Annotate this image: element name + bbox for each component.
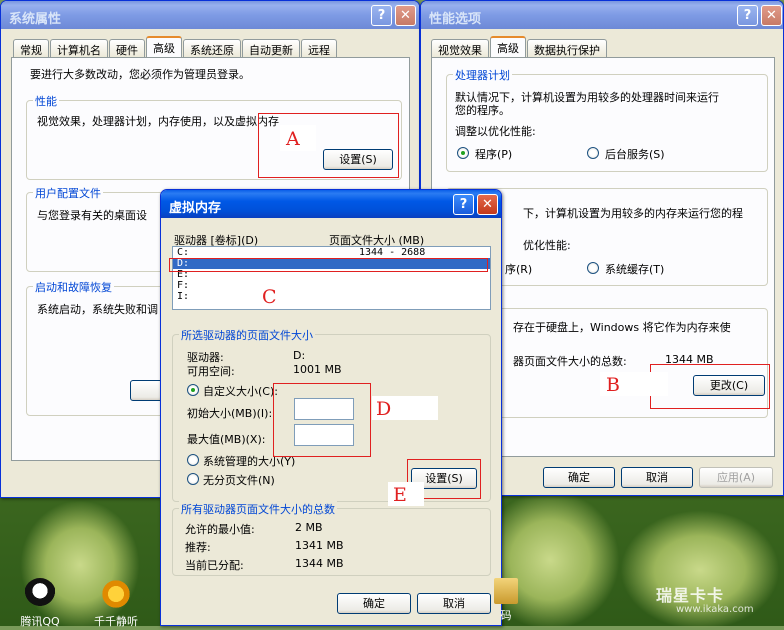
selected-drive-title: 所选驱动器的页面文件大小 (179, 327, 315, 343)
initial-size-label: 初始大小(MB)(I): (187, 407, 273, 420)
memory-adjust-label: 优化性能: (523, 239, 571, 252)
tab-visual-effects[interactable]: 视觉效果 (431, 39, 489, 57)
drive-row[interactable]: F: (173, 280, 490, 291)
allocated-value: 1344 MB (295, 557, 344, 570)
memory-desc: 下，计算机设置为用较多的内存来运行您的程 (523, 207, 743, 220)
background-services-radio[interactable] (587, 147, 599, 159)
total-paging-title: 所有驱动器页面文件大小的总数 (179, 501, 337, 517)
folder-icon (494, 578, 518, 604)
window-title: 系统属性 (9, 12, 62, 27)
qq-icon (24, 578, 56, 610)
startup-desc: 系统启动，系统失败和调 (37, 303, 158, 316)
help-button[interactable]: ? (737, 5, 758, 26)
tab-dep[interactable]: 数据执行保护 (527, 39, 607, 57)
help-button[interactable]: ? (371, 5, 392, 26)
recommended-label: 推荐: (185, 541, 211, 554)
annotation-box-b (650, 364, 770, 409)
virtual-memory-desc: 存在于硬盘上，Windows 将它作为内存来使 (513, 321, 731, 334)
no-paging-file-radio[interactable] (187, 473, 199, 485)
system-cache-label: 系统缓存(T) (605, 263, 665, 276)
tab-auto-update[interactable]: 自动更新 (242, 39, 300, 57)
tab-remote[interactable]: 远程 (301, 39, 337, 57)
apply-button[interactable]: 应用(A) (699, 467, 773, 488)
tab-strip: 常规 计算机名 硬件 高级 系统还原 自动更新 远程 (13, 36, 338, 57)
program-radio[interactable] (457, 147, 469, 159)
performance-options-titlebar: 性能选项 ? ✕ (421, 1, 783, 29)
close-button[interactable]: ✕ (477, 194, 498, 215)
tab-advanced[interactable]: 高级 (146, 36, 182, 57)
tab-hardware[interactable]: 硬件 (109, 39, 145, 57)
drive-value: D: (293, 349, 306, 362)
annotation-box-c (169, 258, 488, 272)
min-allowed-value: 2 MB (295, 521, 323, 534)
close-button[interactable]: ✕ (395, 5, 416, 26)
system-properties-titlebar: 系统属性 ? ✕ (1, 1, 419, 29)
annotation-box-d (273, 383, 371, 457)
virtual-memory-titlebar: 虚拟内存 ? ✕ (161, 190, 501, 218)
drive-row[interactable]: I: (173, 291, 490, 302)
total-paging-group: 所有驱动器页面文件大小的总数 允许的最小值: 2 MB 推荐: 1341 MB … (172, 501, 491, 576)
partial-label: 码 (500, 609, 512, 622)
max-size-label: 最大值(MB)(X): (187, 433, 266, 446)
user-profiles-title: 用户配置文件 (33, 185, 103, 201)
recommended-value: 1341 MB (295, 539, 344, 552)
ttplayer-icon (100, 578, 132, 610)
custom-size-label: 自定义大小(C): (203, 385, 278, 398)
ttplayer-label: 千千静听 (94, 615, 138, 628)
processor-desc-2: 您的程序。 (455, 104, 510, 117)
cancel-button[interactable]: 取消 (621, 467, 693, 488)
watermark-url: www.ikaka.com (676, 604, 754, 615)
program-partial-label: 序(R) (505, 263, 533, 276)
tab-strip: 视觉效果 高级 数据执行保护 (431, 36, 608, 57)
tab-computer-name[interactable]: 计算机名 (50, 39, 108, 57)
background-services-label: 后台服务(S) (605, 148, 665, 161)
performance-title: 性能 (33, 93, 59, 109)
system-cache-radio[interactable] (587, 262, 599, 274)
program-label: 程序(P) (475, 148, 513, 161)
processor-adjust-label: 调整以优化性能: (455, 125, 536, 138)
startup-title: 启动和故障恢复 (33, 279, 114, 295)
system-managed-radio[interactable] (187, 454, 199, 466)
min-allowed-label: 允许的最小值: (185, 523, 255, 536)
watermark-logo: 瑞星卡卡 (656, 586, 725, 605)
annotation-label-d: D (376, 398, 392, 420)
custom-size-radio[interactable] (187, 384, 199, 396)
performance-desc: 视觉效果，处理器计划，内存使用，以及虚拟内存 (37, 115, 279, 128)
cancel-button[interactable]: 取消 (417, 593, 491, 614)
drive-row[interactable]: C: 1344 - 2688 (173, 247, 490, 258)
ok-button[interactable]: 确定 (337, 593, 411, 614)
ttplayer-desktop-icon[interactable]: 千千静听 (86, 578, 146, 629)
partial-desktop-icon[interactable]: 码 (488, 578, 524, 623)
allocated-label: 当前已分配: (185, 559, 244, 572)
processor-title: 处理器计划 (453, 67, 512, 83)
close-button[interactable]: ✕ (761, 5, 782, 26)
space-label: 可用空间: (187, 365, 235, 378)
window-title: 虚拟内存 (169, 201, 222, 216)
qq-desktop-icon[interactable]: 腾讯QQ (10, 578, 70, 629)
tab-system-restore[interactable]: 系统还原 (183, 39, 241, 57)
annotation-label-c: C (262, 286, 277, 308)
space-value: 1001 MB (293, 363, 342, 376)
tab-general[interactable]: 常规 (13, 39, 49, 57)
virtual-memory-total-label: 器页面文件大小的总数: (513, 355, 627, 368)
annotation-label-a: A (286, 128, 300, 150)
qq-label: 腾讯QQ (20, 615, 60, 628)
no-paging-file-label: 无分页文件(N) (203, 474, 275, 487)
tab-advanced[interactable]: 高级 (490, 36, 526, 57)
help-button[interactable]: ? (453, 194, 474, 215)
ok-button[interactable]: 确定 (543, 467, 615, 488)
annotation-label-b: B (606, 374, 620, 396)
user-profiles-desc: 与您登录有关的桌面设 (37, 209, 147, 222)
annotation-label-e: E (393, 484, 407, 506)
drive-list[interactable]: C: 1344 - 2688 D: E: F: I: (172, 246, 491, 310)
processor-group: 处理器计划 默认情况下，计算机设置为用较多的处理器时间来运行 您的程序。 调整以… (446, 67, 768, 172)
admin-note: 要进行大多数改动，您必须作为管理员登录。 (30, 68, 250, 81)
window-title: 性能选项 (429, 12, 482, 27)
